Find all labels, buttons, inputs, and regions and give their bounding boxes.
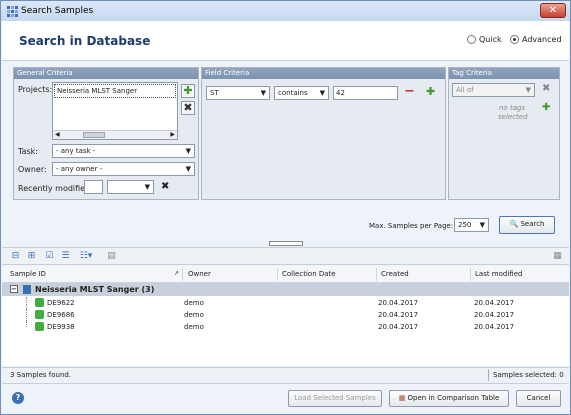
mode-quick-radio[interactable]: Quick [467, 35, 502, 44]
add-tag-icon[interactable]: ✚ [542, 102, 550, 113]
horizontal-scrollbar[interactable]: ◀ ▶ [53, 130, 177, 139]
header: Search in Database Quick Advanced [2, 21, 569, 61]
task-label: Task: [18, 147, 38, 156]
samples-table: Sample ID ↗ Owner Collection Date Create… [2, 266, 569, 366]
remove-project-button[interactable]: ✖ [181, 101, 195, 115]
columns-menu-icon[interactable]: ☷▾ [76, 251, 96, 262]
col-collection-date[interactable]: Collection Date [282, 270, 336, 278]
remove-criterion-icon[interactable]: − [404, 84, 415, 99]
mode-advanced-radio[interactable]: Advanced [510, 35, 562, 44]
search-button[interactable]: 🔍 Search [499, 216, 555, 234]
export-icon[interactable]: ▤ [106, 251, 117, 262]
panel-splitter-handle[interactable] [269, 241, 303, 246]
chevron-down-icon: ▼ [319, 89, 325, 97]
recently-modified-label: Recently modified: [18, 184, 93, 193]
chevron-down-icon: ▼ [525, 86, 531, 94]
projects-label: Projects: [18, 85, 53, 94]
chevron-down-icon: ▼ [144, 183, 150, 191]
search-samples-window: Search Samples ✕ Search in Database Quic… [0, 0, 571, 415]
add-project-button[interactable]: ✚ [181, 84, 195, 98]
project-item[interactable]: Neisseria MLST Sanger [54, 84, 176, 98]
cancel-button[interactable]: Cancel [516, 390, 561, 407]
field-select[interactable]: ST ▼ [206, 86, 270, 100]
samples-selected-text: Samples selected: 0 [493, 371, 564, 379]
owner-label: Owner: [18, 165, 47, 174]
footer: ? Load Selected Samples ▦ Open in Compar… [2, 383, 569, 414]
table-row[interactable]: DE9686 demo 20.04.2017 20.04.2017 [2, 309, 569, 321]
general-criteria-panel: General Criteria Projects: Neisseria MLS… [13, 67, 199, 200]
radio-selected-icon [510, 35, 519, 44]
tag-mode-select[interactable]: All of ▼ [452, 83, 535, 97]
chevron-down-icon: ▼ [185, 165, 191, 173]
window-title: Search Samples [21, 6, 94, 16]
project-icon [23, 285, 31, 294]
sample-icon [35, 322, 44, 331]
no-tags-text-2: selected [498, 113, 528, 121]
group-row[interactable]: − Neisseria MLST Sanger (3) [2, 283, 569, 296]
app-icon [7, 6, 18, 17]
expand-all-icon[interactable]: ⊞ [26, 251, 37, 262]
field-criteria-panel: Field Criteria ST ▼ contains ▼ 42 − ✚ [201, 67, 446, 200]
select-all-icon[interactable]: ☑ [44, 251, 55, 262]
col-owner[interactable]: Owner [188, 270, 211, 278]
task-select[interactable]: - any task - ▼ [52, 144, 195, 158]
col-sample-id[interactable]: Sample ID [10, 270, 46, 278]
col-last-modified[interactable]: Last modified [475, 270, 522, 278]
clear-tags-icon[interactable]: ✖ [542, 83, 550, 94]
collapse-group-icon[interactable]: − [10, 285, 18, 293]
operator-select[interactable]: contains ▼ [274, 86, 329, 100]
chevron-down-icon: ▼ [260, 89, 266, 97]
title-bar: Search Samples ✕ [1, 1, 570, 21]
group-label: Neisseria MLST Sanger (3) [35, 285, 155, 294]
field-value-input[interactable]: 42 [333, 86, 398, 100]
list-view-icon[interactable]: ☰ [60, 251, 71, 262]
chevron-down-icon: ▼ [185, 147, 191, 155]
chevron-down-icon: ▼ [479, 221, 485, 229]
close-window-button[interactable]: ✕ [540, 3, 566, 18]
table-icon: ▦ [398, 394, 406, 402]
table-row[interactable]: DE9938 demo 20.04.2017 20.04.2017 [2, 321, 569, 333]
status-bar: 3 Samples found. Samples selected: 0 [2, 367, 569, 382]
table-settings-icon[interactable]: ▦ [552, 251, 563, 262]
search-icon: 🔍 [509, 220, 519, 228]
projects-list[interactable]: Neisseria MLST Sanger ◀ ▶ [52, 82, 178, 140]
sample-icon [35, 298, 44, 307]
scroll-right-icon[interactable]: ▶ [170, 131, 175, 138]
col-created[interactable]: Created [381, 270, 409, 278]
tag-criteria-panel: Tag Criteria All of ▼ ✖ no tags selected… [448, 67, 560, 200]
general-criteria-title: General Criteria [14, 68, 198, 79]
results-toolbar: ⊟ ⊞ ☑ ☰ ☷▾ ▤ ▦ [2, 247, 569, 265]
sample-icon [35, 310, 44, 319]
max-samples-select[interactable]: 250 ▼ [454, 218, 489, 232]
collapse-all-icon[interactable]: ⊟ [10, 251, 21, 262]
clear-recent-icon[interactable]: ✖ [161, 181, 169, 192]
max-samples-label: Max. Samples per Page: [369, 222, 454, 230]
add-criterion-icon[interactable]: ✚ [426, 85, 435, 98]
tag-criteria-title: Tag Criteria [449, 68, 559, 79]
scroll-left-icon[interactable]: ◀ [55, 131, 60, 138]
radio-icon [467, 35, 476, 44]
table-row[interactable]: DE9622 demo 20.04.2017 20.04.2017 [2, 297, 569, 309]
open-comparison-table-button[interactable]: ▦ Open in Comparison Table [389, 390, 509, 407]
help-icon[interactable]: ? [12, 392, 24, 404]
load-selected-samples-button[interactable]: Load Selected Samples [288, 390, 382, 407]
samples-found-text: 3 Samples found. [10, 371, 72, 379]
table-header: Sample ID ↗ Owner Collection Date Create… [2, 266, 569, 283]
field-criteria-title: Field Criteria [202, 68, 445, 79]
no-tags-text: no tags [499, 104, 526, 112]
recent-unit-select[interactable]: ▼ [107, 180, 154, 194]
sort-icon: ↗ [174, 270, 180, 277]
owner-select[interactable]: - any owner - ▼ [52, 162, 195, 176]
scroll-thumb[interactable] [83, 132, 105, 138]
page-title: Search in Database [19, 34, 151, 48]
recent-number-input[interactable] [84, 180, 103, 194]
